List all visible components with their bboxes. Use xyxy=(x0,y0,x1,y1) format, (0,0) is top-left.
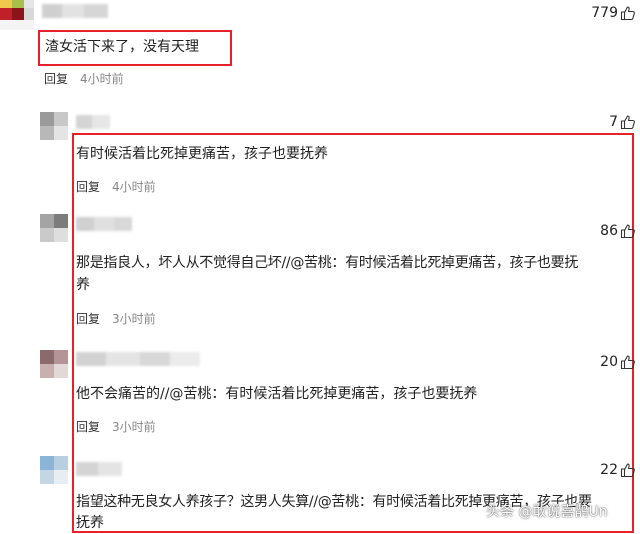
thumbs-up-icon xyxy=(620,354,636,370)
reply-meta: 回复 3小时前 xyxy=(76,418,156,435)
reply-button[interactable]: 回复 xyxy=(76,418,100,435)
like-button[interactable]: 20 xyxy=(600,354,636,370)
like-count: 86 xyxy=(600,223,618,239)
username-blurred[interactable] xyxy=(76,115,110,129)
avatar[interactable] xyxy=(40,112,68,140)
username-blurred[interactable] xyxy=(76,352,200,366)
reply-text: 有时候活着比死掉更痛苦，孩子也要抚养 xyxy=(76,146,328,162)
like-count: 22 xyxy=(600,462,618,478)
username-blurred[interactable] xyxy=(76,217,132,231)
watermark: 头条 @敢说喜鹊Un xyxy=(486,504,608,520)
avatar[interactable] xyxy=(40,214,68,242)
reply-text: 那是指良人，坏人从不觉得自己坏//@苦桃：有时候活着比死掉更痛苦，孩子也要抚 xyxy=(76,255,579,271)
like-count: 7 xyxy=(609,114,618,130)
thumbs-up-icon xyxy=(620,114,636,130)
reply-button[interactable]: 回复 xyxy=(76,310,100,327)
reply-text-line2: 抚养 xyxy=(76,515,104,531)
thumbs-up-icon xyxy=(620,5,636,21)
timestamp: 4小时前 xyxy=(112,180,156,194)
username-blurred[interactable] xyxy=(76,462,122,476)
comment-text: 渣女活下来了，没有天理 xyxy=(45,39,199,55)
reply-button[interactable]: 回复 xyxy=(44,70,68,87)
reply-button[interactable]: 回复 xyxy=(76,178,100,195)
highlight-box-replies xyxy=(72,133,634,533)
thumbs-up-icon xyxy=(620,223,636,239)
avatar[interactable] xyxy=(40,456,68,484)
like-count: 20 xyxy=(600,354,618,370)
reply-text: 他不会痛苦的//@苦桃：有时候活着比死掉更痛苦，孩子也要抚养 xyxy=(76,386,478,402)
reply-meta: 回复 3小时前 xyxy=(76,310,156,327)
like-count: 779 xyxy=(591,5,618,21)
like-button[interactable]: 86 xyxy=(600,223,636,239)
like-button[interactable]: 22 xyxy=(600,462,636,478)
comment-meta: 回复 4小时前 xyxy=(44,70,124,87)
timestamp: 4小时前 xyxy=(80,72,124,86)
username-blurred[interactable] xyxy=(42,4,108,18)
reply-meta: 回复 4小时前 xyxy=(76,178,156,195)
timestamp: 3小时前 xyxy=(112,420,156,434)
avatar[interactable] xyxy=(40,350,68,378)
like-button[interactable]: 779 xyxy=(591,5,636,21)
thumbs-up-icon xyxy=(620,462,636,478)
timestamp: 3小时前 xyxy=(112,312,156,326)
reply-text-line2: 养 xyxy=(76,277,90,293)
avatar[interactable] xyxy=(0,0,34,30)
like-button[interactable]: 7 xyxy=(609,114,636,130)
